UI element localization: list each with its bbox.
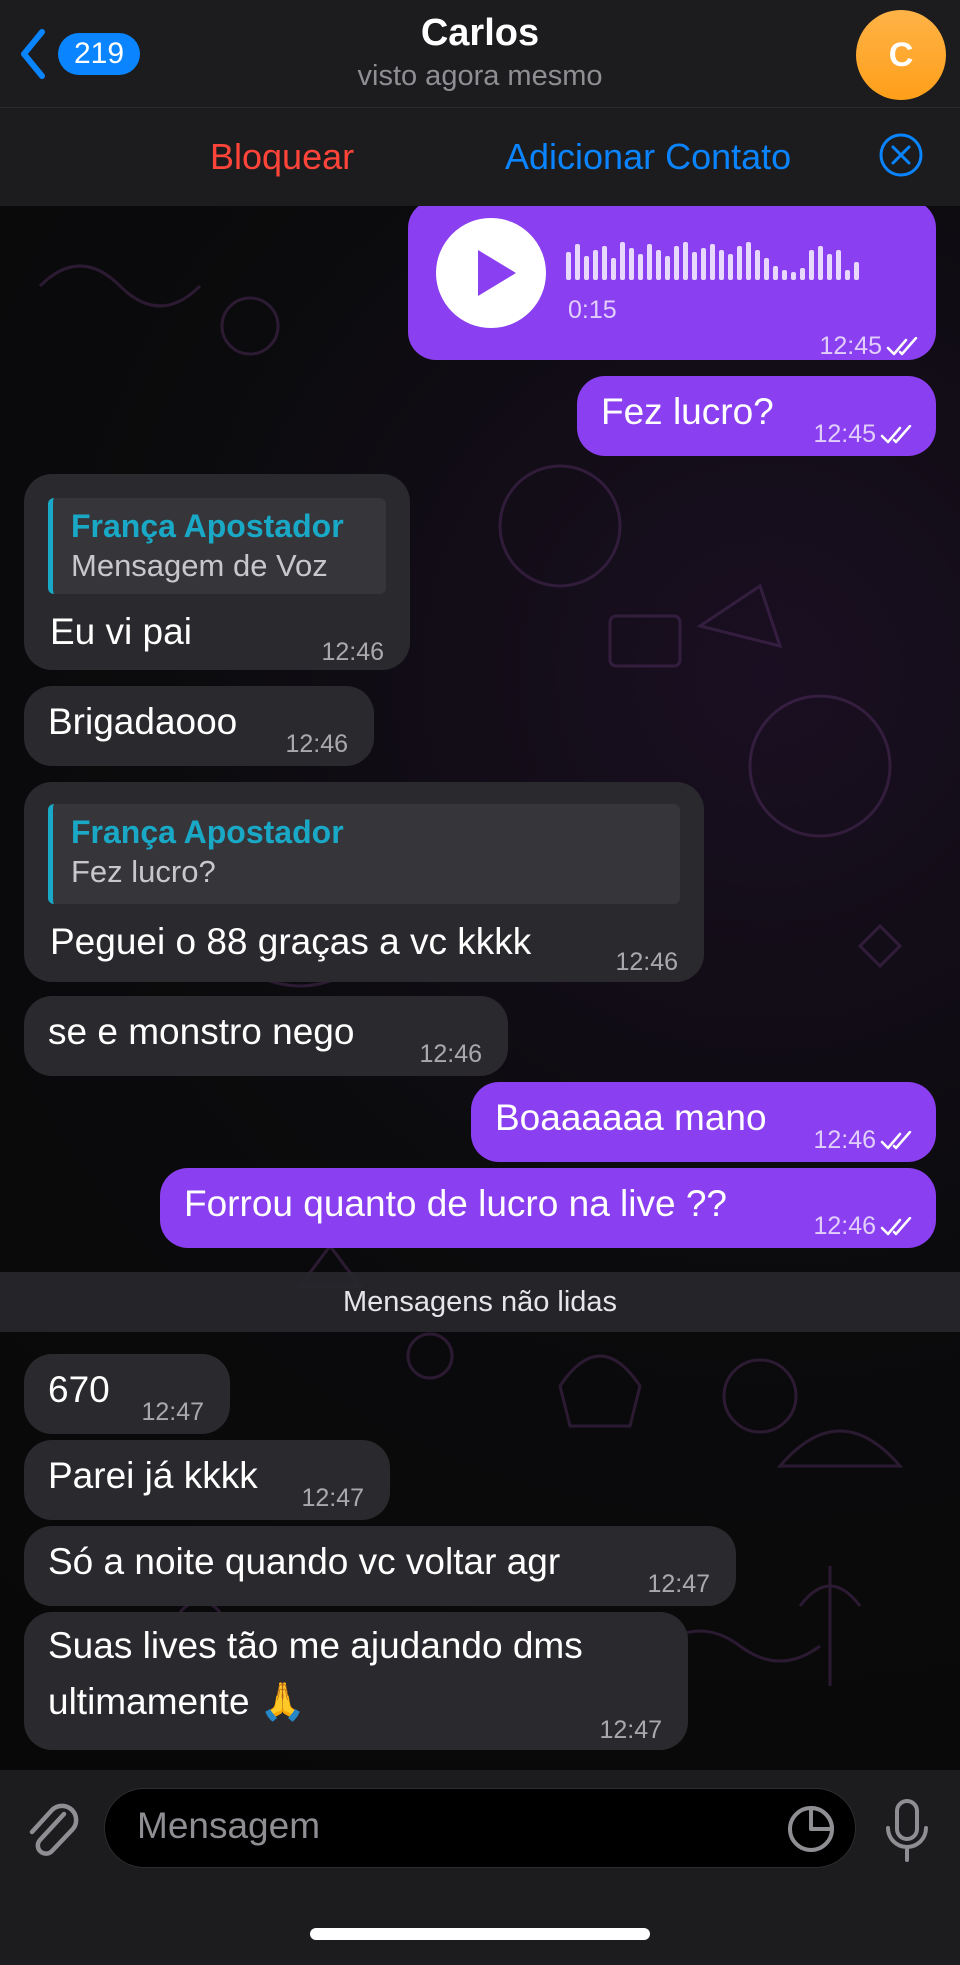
voice-waveform[interactable] bbox=[566, 240, 896, 280]
waveform-bar bbox=[638, 254, 643, 280]
message-text: Só a noite quando vc voltar agr bbox=[48, 1541, 561, 1582]
waveform-bar bbox=[602, 246, 607, 280]
waveform-bar bbox=[728, 254, 733, 280]
waveform-bar bbox=[854, 262, 859, 280]
message-time: 12:47 bbox=[647, 1570, 710, 1598]
play-icon[interactable] bbox=[436, 218, 546, 328]
message-bubble-incoming[interactable]: França Apostador Mensagem de Voz Eu vi p… bbox=[24, 474, 410, 670]
message-text: Eu vi pai bbox=[50, 611, 192, 652]
waveform-bar bbox=[836, 250, 841, 280]
reply-snippet: Mensagem de Voz bbox=[71, 548, 328, 583]
message-text: se e monstro nego bbox=[48, 1011, 355, 1052]
message-list[interactable]: 0:15 12:45 Fez lucro? 12:45 França Apost… bbox=[0, 206, 960, 1770]
message-text: 670 bbox=[48, 1369, 110, 1410]
last-seen-status: visto agora mesmo bbox=[357, 60, 603, 92]
message-bubble-outgoing[interactable]: Boaaaaaa mano 12:46 bbox=[471, 1082, 936, 1162]
message-text: Forrou quanto de lucro na live ?? bbox=[184, 1183, 728, 1224]
waveform-bar bbox=[755, 250, 760, 280]
add-contact-button[interactable]: Adicionar Contato bbox=[505, 136, 791, 178]
message-time: 12:46 bbox=[615, 948, 678, 976]
waveform-bar bbox=[791, 272, 796, 280]
avatar[interactable]: C bbox=[856, 10, 946, 100]
voice-message[interactable]: 0:15 12:45 bbox=[408, 206, 936, 360]
contact-name[interactable]: Carlos bbox=[0, 12, 960, 55]
message-bubble-incoming[interactable]: França Apostador Fez lucro? Peguei o 88 … bbox=[24, 782, 704, 982]
waveform-bar bbox=[809, 250, 814, 280]
block-button[interactable]: Bloquear bbox=[210, 136, 354, 178]
waveform-bar bbox=[566, 252, 571, 280]
message-time: 12:46 bbox=[813, 1202, 916, 1250]
unread-messages-divider: Mensagens não lidas bbox=[0, 1272, 960, 1332]
waveform-bar bbox=[746, 242, 751, 280]
contact-action-bar: Bloquear Adicionar Contato bbox=[0, 108, 960, 206]
waveform-bar bbox=[800, 268, 805, 280]
waveform-bar bbox=[764, 258, 769, 280]
read-check-icon bbox=[880, 1131, 912, 1150]
message-bubble-incoming[interactable]: Parei já kkkk 12:47 bbox=[24, 1440, 390, 1520]
read-check-icon bbox=[880, 1217, 912, 1236]
waveform-bar bbox=[575, 244, 580, 280]
message-text: Peguei o 88 graças a vc kkkk bbox=[50, 921, 532, 962]
waveform-bar bbox=[737, 246, 742, 280]
message-input[interactable]: Mensagem bbox=[104, 1788, 856, 1868]
message-time: 12:46 bbox=[813, 1116, 916, 1164]
message-bubble-incoming[interactable]: Suas lives tão me ajudando dms ultimamen… bbox=[24, 1612, 688, 1750]
message-bubble-incoming[interactable]: Só a noite quando vc voltar agr 12:47 bbox=[24, 1526, 736, 1606]
waveform-bar bbox=[773, 266, 778, 280]
message-text: Boaaaaaa mano bbox=[495, 1097, 767, 1138]
message-text: Suas lives tão me ajudando dms bbox=[48, 1625, 583, 1666]
waveform-bar bbox=[665, 256, 670, 280]
waveform-bar bbox=[674, 246, 679, 280]
waveform-bar bbox=[845, 270, 850, 280]
message-time: 12:46 bbox=[321, 638, 384, 666]
message-input-placeholder: Mensagem bbox=[137, 1805, 321, 1846]
microphone-icon[interactable] bbox=[884, 1798, 930, 1864]
message-text-line-2: ultimamente 🙏 bbox=[48, 1681, 306, 1722]
sticker-icon[interactable] bbox=[785, 1803, 837, 1855]
reply-author: França Apostador bbox=[71, 508, 344, 544]
read-check-icon bbox=[886, 337, 918, 356]
waveform-bar bbox=[584, 256, 589, 280]
message-time: 12:45 bbox=[819, 322, 922, 370]
message-text: Parei já kkkk bbox=[48, 1455, 258, 1496]
reply-snippet: Fez lucro? bbox=[71, 854, 216, 889]
reply-preview[interactable]: França Apostador Fez lucro? bbox=[48, 804, 680, 904]
paperclip-icon[interactable] bbox=[24, 1800, 80, 1864]
waveform-bar bbox=[656, 250, 661, 280]
message-bubble-incoming[interactable]: 670 12:47 bbox=[24, 1354, 230, 1434]
waveform-bar bbox=[593, 250, 598, 280]
waveform-bar bbox=[719, 250, 724, 280]
message-time: 12:45 bbox=[813, 410, 916, 458]
chat-header: 219 Carlos visto agora mesmo C bbox=[0, 0, 960, 108]
waveform-bar bbox=[782, 270, 787, 280]
waveform-bar bbox=[647, 244, 652, 280]
read-check-icon bbox=[880, 425, 912, 444]
message-time: 12:47 bbox=[301, 1484, 364, 1512]
voice-duration: 0:15 bbox=[568, 296, 617, 324]
waveform-bar bbox=[611, 258, 616, 280]
message-text: Fez lucro? bbox=[601, 391, 774, 432]
message-time: 12:46 bbox=[419, 1040, 482, 1068]
message-time: 12:47 bbox=[599, 1716, 662, 1744]
waveform-bar bbox=[692, 252, 697, 280]
waveform-bar bbox=[683, 242, 688, 280]
waveform-bar bbox=[710, 244, 715, 280]
message-time: 12:47 bbox=[141, 1398, 204, 1426]
waveform-bar bbox=[629, 248, 634, 280]
reply-author: França Apostador bbox=[71, 814, 344, 850]
waveform-bar bbox=[701, 248, 706, 280]
message-text: Brigadaooo bbox=[48, 701, 238, 742]
message-bubble-incoming[interactable]: Brigadaooo 12:46 bbox=[24, 686, 374, 766]
message-bubble-incoming[interactable]: se e monstro nego 12:46 bbox=[24, 996, 508, 1076]
message-time: 12:46 bbox=[285, 730, 348, 758]
waveform-bar bbox=[818, 246, 823, 280]
waveform-bar bbox=[620, 242, 625, 280]
close-icon[interactable] bbox=[878, 132, 924, 178]
message-bubble-outgoing[interactable]: Forrou quanto de lucro na live ?? 12:46 bbox=[160, 1168, 936, 1248]
waveform-bar bbox=[827, 254, 832, 280]
message-bubble-outgoing[interactable]: Fez lucro? 12:45 bbox=[577, 376, 936, 456]
home-indicator[interactable] bbox=[310, 1928, 650, 1940]
reply-preview[interactable]: França Apostador Mensagem de Voz bbox=[48, 498, 386, 594]
